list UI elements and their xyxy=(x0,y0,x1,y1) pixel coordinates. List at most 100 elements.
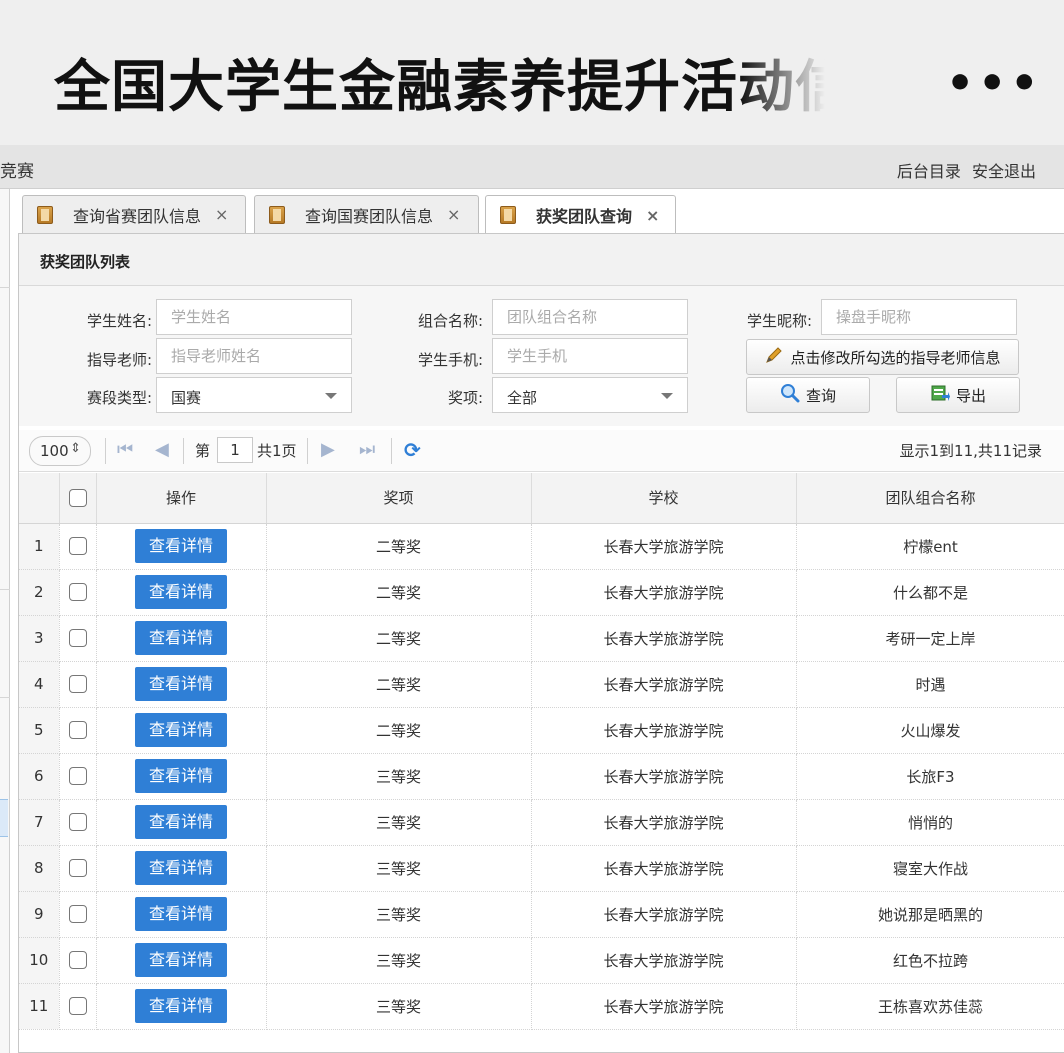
view-details-button[interactable]: 查看详情 xyxy=(135,621,227,655)
close-icon[interactable]: × xyxy=(447,205,460,224)
group-name-input[interactable] xyxy=(492,299,688,335)
view-details-button[interactable]: 查看详情 xyxy=(135,851,227,885)
view-details-button[interactable]: 查看详情 xyxy=(135,943,227,977)
last-page-icon[interactable]: ⏭ xyxy=(359,439,375,460)
table-row[interactable]: 9 查看详情 三等奖 长春大学旅游学院 她说那是晒黑的 xyxy=(19,891,1064,938)
sidebar xyxy=(0,189,10,1053)
select-all-checkbox[interactable] xyxy=(68,489,87,507)
view-details-button[interactable]: 查看详情 xyxy=(135,713,227,747)
prev-page-icon[interactable]: ◀ xyxy=(155,439,169,460)
tab-label: 查询省赛团队信息 xyxy=(73,206,202,226)
current-page-input[interactable]: 1 xyxy=(217,437,253,463)
export-icon xyxy=(930,383,950,407)
row-number: 4 xyxy=(19,661,60,708)
close-icon[interactable]: × xyxy=(215,205,228,224)
school-cell: 长春大学旅游学院 xyxy=(531,753,797,800)
teacher-input[interactable] xyxy=(156,338,352,374)
column-header-school[interactable]: 学校 xyxy=(531,473,797,524)
view-details-button[interactable]: 查看详情 xyxy=(135,529,227,563)
row-select-cell[interactable] xyxy=(59,569,97,616)
row-checkbox[interactable] xyxy=(68,905,87,924)
action-cell: 查看详情 xyxy=(96,891,267,938)
row-select-cell[interactable] xyxy=(59,845,97,892)
query-button[interactable]: 查询 xyxy=(746,377,870,413)
award-cell: 三等奖 xyxy=(266,937,532,984)
logout-link[interactable]: 安全退出 xyxy=(972,162,1036,181)
backend-link[interactable]: 后台目录 xyxy=(897,162,961,181)
next-page-icon[interactable]: ▶ xyxy=(321,439,335,460)
table-row[interactable]: 8 查看详情 三等奖 长春大学旅游学院 寝室大作战 xyxy=(19,845,1064,892)
export-button[interactable]: 导出 xyxy=(896,377,1020,413)
row-checkbox[interactable] xyxy=(68,675,87,694)
view-details-button[interactable]: 查看详情 xyxy=(135,759,227,793)
nickname-input[interactable] xyxy=(821,299,1017,335)
table-row[interactable]: 2 查看详情 二等奖 长春大学旅游学院 什么都不是 xyxy=(19,569,1064,616)
table-row[interactable]: 5 查看详情 二等奖 长春大学旅游学院 火山爆发 xyxy=(19,707,1064,754)
row-checkbox[interactable] xyxy=(68,537,87,556)
row-select-cell[interactable] xyxy=(59,891,97,938)
view-details-button[interactable]: 查看详情 xyxy=(135,667,227,701)
table-body: 1 查看详情 二等奖 长春大学旅游学院 柠檬ent 2 查看详情 二等奖 长春大学旅游学院 什么都… xyxy=(19,523,1064,1030)
table-row[interactable]: 1 查看详情 二等奖 长春大学旅游学院 柠檬ent xyxy=(19,523,1064,570)
action-cell: 查看详情 xyxy=(96,707,267,754)
row-checkbox[interactable] xyxy=(68,813,87,832)
close-icon[interactable]: × xyxy=(646,206,659,225)
table-row[interactable]: 4 查看详情 二等奖 长春大学旅游学院 时遇 xyxy=(19,661,1064,708)
page-size-select[interactable]: 100 ⇕ xyxy=(29,436,91,466)
table-row[interactable]: 6 查看详情 三等奖 长春大学旅游学院 长旅F3 xyxy=(19,753,1064,800)
column-header-award[interactable]: 奖项 xyxy=(266,473,532,524)
first-page-icon[interactable]: ⏮ xyxy=(117,439,133,460)
table-row[interactable]: 10 查看详情 三等奖 长春大学旅游学院 红色不拉跨 xyxy=(19,937,1064,984)
row-checkbox[interactable] xyxy=(68,767,87,786)
student-name-input[interactable] xyxy=(156,299,352,335)
team-cell: 寝室大作战 xyxy=(796,845,1064,892)
school-cell: 长春大学旅游学院 xyxy=(531,615,797,662)
tab-national-teams[interactable]: 查询国赛团队信息 × xyxy=(254,195,479,233)
page-prefix: 第 xyxy=(195,442,211,460)
sidebar-item-active[interactable] xyxy=(0,799,8,837)
sidebar-divider xyxy=(0,287,10,288)
row-select-cell[interactable] xyxy=(59,937,97,984)
tab-province-teams[interactable]: 查询省赛团队信息 × xyxy=(22,195,246,233)
table-row[interactable]: 3 查看详情 二等奖 长春大学旅游学院 考研一定上岸 xyxy=(19,615,1064,662)
row-number: 9 xyxy=(19,891,60,938)
stage-type-select[interactable]: 国赛 xyxy=(156,377,352,413)
row-checkbox[interactable] xyxy=(68,859,87,878)
view-details-button[interactable]: 查看详情 xyxy=(135,897,227,931)
refresh-icon[interactable]: ⟳ xyxy=(404,438,421,462)
view-details-button[interactable]: 查看详情 xyxy=(135,575,227,609)
row-select-cell[interactable] xyxy=(59,661,97,708)
row-select-cell[interactable] xyxy=(59,799,97,846)
row-checkbox[interactable] xyxy=(68,721,87,740)
row-checkbox[interactable] xyxy=(68,997,87,1016)
row-checkbox[interactable] xyxy=(68,951,87,970)
row-select-cell[interactable] xyxy=(59,707,97,754)
award-select[interactable]: 全部 xyxy=(492,377,688,413)
row-select-cell[interactable] xyxy=(59,523,97,570)
app-header: 竞赛 后台目录 安全退出 xyxy=(0,145,1064,189)
row-checkbox[interactable] xyxy=(68,629,87,648)
edit-teacher-button[interactable]: 点击修改所勾选的指导老师信息 xyxy=(746,339,1019,375)
column-header-team[interactable]: 团队组合名称 xyxy=(796,473,1064,524)
team-cell: 悄悄的 xyxy=(796,799,1064,846)
row-checkbox[interactable] xyxy=(68,583,87,602)
team-cell: 考研一定上岸 xyxy=(796,615,1064,662)
table-row[interactable]: 7 查看详情 三等奖 长春大学旅游学院 悄悄的 xyxy=(19,799,1064,846)
action-cell: 查看详情 xyxy=(96,845,267,892)
table-row[interactable]: 11 查看详情 三等奖 长春大学旅游学院 王栋喜欢苏佳蕊 xyxy=(19,983,1064,1030)
row-number: 1 xyxy=(19,523,60,570)
row-number: 10 xyxy=(19,937,60,984)
school-cell: 长春大学旅游学院 xyxy=(531,799,797,846)
pager-divider xyxy=(391,438,392,464)
row-select-cell[interactable] xyxy=(59,753,97,800)
row-select-cell[interactable] xyxy=(59,983,97,1030)
more-icon[interactable]: ••• xyxy=(946,58,1042,109)
view-details-button[interactable]: 查看详情 xyxy=(135,989,227,1023)
tab-award-teams[interactable]: 获奖团队查询 × xyxy=(485,195,676,234)
view-details-button[interactable]: 查看详情 xyxy=(135,805,227,839)
search-icon xyxy=(780,383,800,407)
row-select-cell[interactable] xyxy=(59,615,97,662)
school-cell: 长春大学旅游学院 xyxy=(531,707,797,754)
phone-input[interactable] xyxy=(492,338,688,374)
select-all-header[interactable] xyxy=(59,473,97,524)
